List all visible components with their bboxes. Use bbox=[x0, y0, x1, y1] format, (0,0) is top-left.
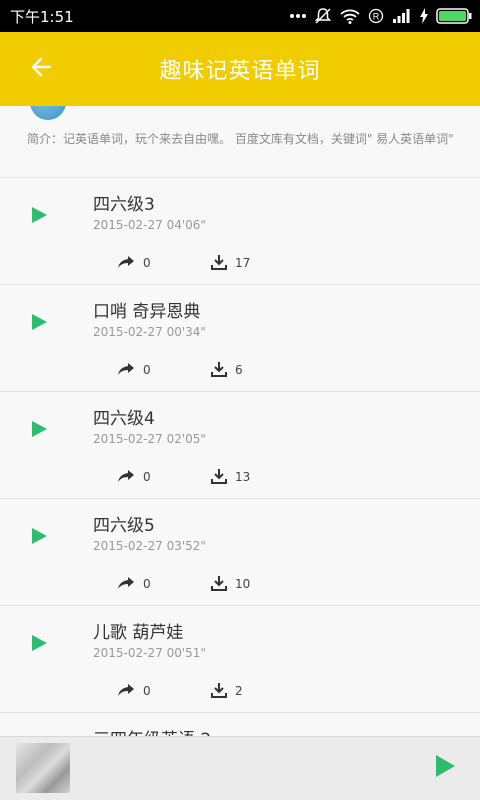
track-list-scroll[interactable]: 简介：记英语单词，玩个来去自由嘿。 百度文库有文档，关键词" 易人英语单词" 四… bbox=[0, 106, 480, 736]
track-meta: 2015-02-27 02'05" bbox=[93, 432, 206, 446]
track-title: 儿歌 葫芦娃 bbox=[93, 623, 184, 643]
track-title: 三四年级英语 2 bbox=[93, 725, 211, 736]
track-duration: 00'34" bbox=[166, 325, 206, 339]
share-icon bbox=[117, 362, 135, 379]
svg-text:R: R bbox=[373, 12, 380, 22]
share-icon bbox=[117, 683, 135, 700]
share-button[interactable]: 0 bbox=[117, 466, 151, 488]
download-button[interactable]: 17 bbox=[211, 252, 250, 274]
share-count: 0 bbox=[143, 684, 151, 698]
track-row[interactable]: 四六级3 2015-02-27 04'06" 0 17 bbox=[0, 178, 480, 285]
share-count: 0 bbox=[143, 470, 151, 484]
download-button[interactable]: 13 bbox=[211, 466, 250, 488]
mini-player bbox=[0, 736, 480, 800]
track-duration: 04'06" bbox=[166, 218, 206, 232]
download-count: 17 bbox=[235, 256, 251, 270]
track-duration: 02'05" bbox=[166, 432, 206, 446]
charging-icon bbox=[420, 8, 428, 24]
album-intro-text: 简介：记英语单词，玩个来去自由嘿。 百度文库有文档，关键词" 易人英语单词" bbox=[27, 132, 454, 146]
share-icon bbox=[117, 576, 135, 593]
mute-icon bbox=[314, 7, 332, 25]
track-duration: 03'52" bbox=[166, 539, 206, 553]
track-meta: 2015-02-27 00'34" bbox=[93, 325, 206, 339]
track-title: 四六级5 bbox=[93, 516, 155, 536]
download-count: 13 bbox=[235, 470, 251, 484]
track-meta: 2015-02-27 00'51" bbox=[93, 646, 206, 660]
track-play-button[interactable] bbox=[28, 420, 50, 442]
mini-player-play-button[interactable] bbox=[430, 753, 460, 783]
track-duration: 00'51" bbox=[166, 646, 206, 660]
download-button[interactable]: 10 bbox=[211, 573, 250, 595]
download-icon bbox=[211, 682, 227, 701]
download-icon bbox=[211, 361, 227, 380]
status-bar: 下午1:51 R bbox=[0, 0, 480, 32]
share-count: 0 bbox=[143, 256, 151, 270]
track-row[interactable]: 四六级4 2015-02-27 02'05" 0 13 bbox=[0, 392, 480, 499]
download-count: 2 bbox=[235, 684, 243, 698]
track-title: 四六级4 bbox=[93, 409, 155, 429]
play-icon bbox=[30, 527, 48, 549]
download-count: 6 bbox=[235, 363, 243, 377]
play-icon bbox=[30, 206, 48, 228]
track-date: 2015-02-27 bbox=[93, 218, 163, 232]
status-time: 下午1:51 bbox=[10, 7, 74, 26]
album-intro: 简介：记英语单词，玩个来去自由嘿。 百度文库有文档，关键词" 易人英语单词" bbox=[0, 106, 480, 178]
download-icon bbox=[211, 254, 227, 273]
download-button[interactable]: 6 bbox=[211, 359, 243, 381]
track-row[interactable]: 三四年级英语 2 bbox=[0, 713, 480, 736]
track-date: 2015-02-27 bbox=[93, 325, 163, 339]
more-dots-icon bbox=[290, 13, 306, 19]
status-icons: R bbox=[290, 7, 472, 25]
share-button[interactable]: 0 bbox=[117, 573, 151, 595]
share-button[interactable]: 0 bbox=[117, 359, 151, 381]
track-title: 口哨 奇异恩典 bbox=[93, 302, 201, 322]
download-icon bbox=[211, 575, 227, 594]
signal-icon bbox=[392, 8, 412, 24]
play-icon bbox=[30, 420, 48, 442]
battery-icon bbox=[436, 8, 472, 24]
track-play-button[interactable] bbox=[28, 313, 50, 335]
page-title: 趣味记英语单词 bbox=[159, 59, 321, 84]
app-header: 趣味记英语单词 bbox=[0, 32, 480, 106]
share-count: 0 bbox=[143, 363, 151, 377]
play-icon bbox=[433, 754, 457, 782]
registered-icon: R bbox=[368, 8, 384, 24]
download-count: 10 bbox=[235, 577, 251, 591]
track-meta: 2015-02-27 04'06" bbox=[93, 218, 206, 232]
track-row[interactable]: 口哨 奇异恩典 2015-02-27 00'34" 0 6 bbox=[0, 285, 480, 392]
track-date: 2015-02-27 bbox=[93, 646, 163, 660]
track-date: 2015-02-27 bbox=[93, 539, 163, 553]
play-icon bbox=[30, 634, 48, 656]
wifi-icon bbox=[340, 8, 360, 24]
share-count: 0 bbox=[143, 577, 151, 591]
share-button[interactable]: 0 bbox=[117, 680, 151, 702]
download-icon bbox=[211, 468, 227, 487]
track-date: 2015-02-27 bbox=[93, 432, 163, 446]
now-playing-thumbnail[interactable] bbox=[16, 743, 70, 793]
track-play-button[interactable] bbox=[28, 527, 50, 549]
download-button[interactable]: 2 bbox=[211, 680, 243, 702]
back-button[interactable] bbox=[24, 52, 58, 86]
track-play-button[interactable] bbox=[28, 206, 50, 228]
track-meta: 2015-02-27 03'52" bbox=[93, 539, 206, 553]
share-icon bbox=[117, 469, 135, 486]
share-icon bbox=[117, 255, 135, 272]
track-row[interactable]: 四六级5 2015-02-27 03'52" 0 10 bbox=[0, 499, 480, 606]
track-row[interactable]: 儿歌 葫芦娃 2015-02-27 00'51" 0 2 bbox=[0, 606, 480, 713]
track-title: 四六级3 bbox=[93, 195, 155, 215]
track-play-button[interactable] bbox=[28, 634, 50, 656]
share-button[interactable]: 0 bbox=[117, 252, 151, 274]
play-icon bbox=[30, 313, 48, 335]
back-arrow-icon bbox=[30, 56, 52, 82]
album-avatar bbox=[30, 106, 66, 120]
track-list: 四六级3 2015-02-27 04'06" 0 17 口哨 奇异恩典 2015-02-2… bbox=[0, 178, 480, 736]
